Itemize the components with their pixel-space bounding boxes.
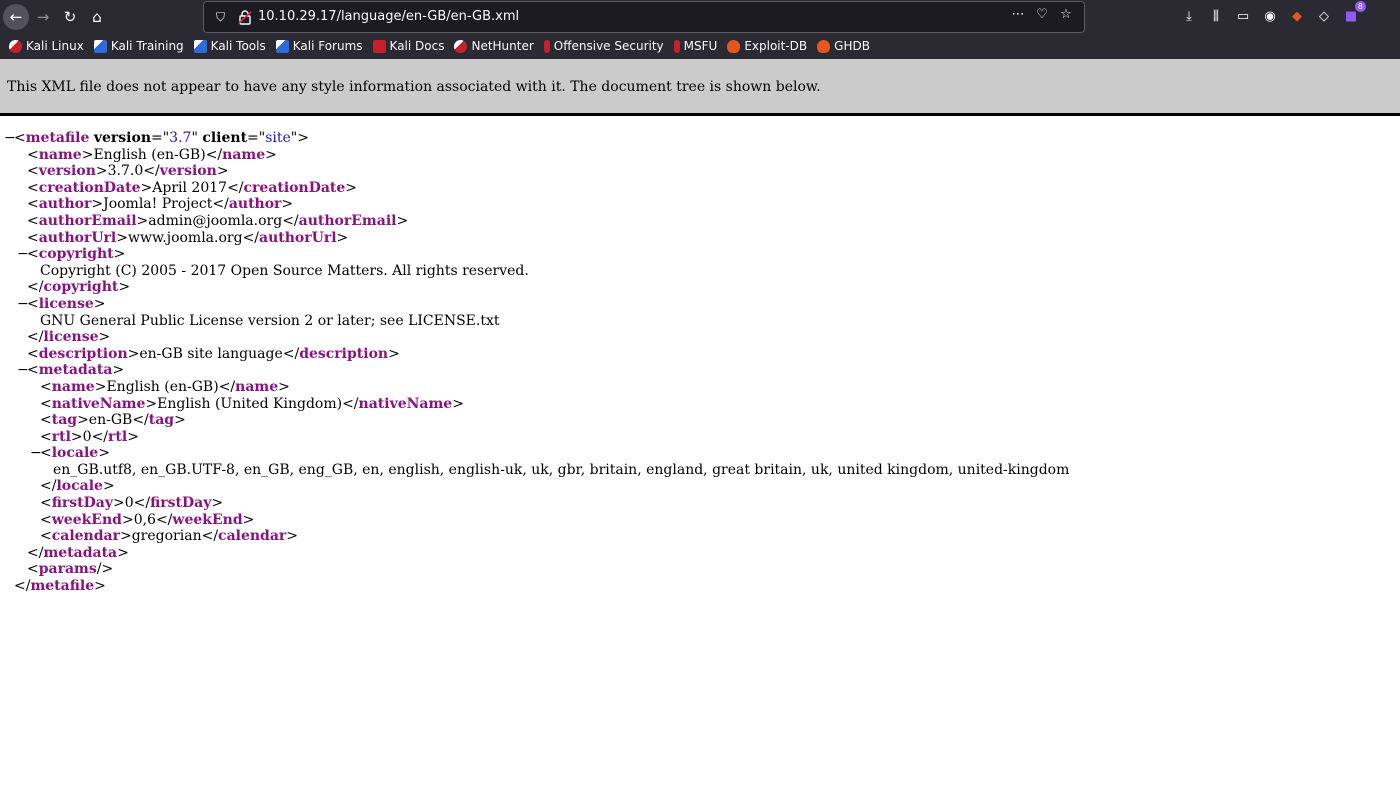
xml-line-author-email: <authorEmail>admin@joomla.org</authorEma… bbox=[27, 212, 409, 229]
xml-line-locale-open: −<locale> bbox=[30, 445, 110, 462]
kali-training-icon bbox=[93, 39, 107, 53]
kali-tools-icon bbox=[193, 39, 207, 53]
home-icon: ⌂ bbox=[92, 8, 102, 26]
ghdb-icon bbox=[817, 39, 831, 53]
sidebar-icon[interactable]: ▭ bbox=[1234, 6, 1252, 26]
reload-icon: ↻ bbox=[63, 8, 77, 26]
bookmark-kali-tools[interactable]: Kali Tools bbox=[193, 39, 266, 53]
downloads-icon[interactable]: ⤓ bbox=[1180, 6, 1198, 26]
xml-line-native-name: <nativeName>English (United Kingdom)</na… bbox=[40, 395, 464, 412]
xml-line-first-day: <firstDay>0</firstDay> bbox=[40, 495, 224, 512]
xml-line-metafile-open: −<metafile version="3.7" client="site"> bbox=[4, 130, 309, 147]
xml-line-license-open: −<license> bbox=[17, 295, 106, 313]
xml-line-metadata-name: <name>English (en-GB)</name> bbox=[40, 378, 290, 395]
url-text[interactable]: 10.10.29.17/language/en-GB/en-GB.xml bbox=[258, 9, 519, 24]
page-actions-icon[interactable]: ⋯ bbox=[1010, 7, 1026, 22]
forward-button[interactable]: → bbox=[30, 4, 56, 30]
xml-line-locale-text: en_GB.utf8, en_GB.UTF-8, en_GB, eng_GB, … bbox=[53, 461, 1070, 478]
xml-tree: −<metafile version="3.7" client="site"> … bbox=[0, 130, 1400, 595]
xml-info-text: This XML file does not appear to have an… bbox=[7, 79, 821, 95]
library-icon[interactable]: ⫼ bbox=[1207, 6, 1225, 26]
xml-line-license-close: </license> bbox=[27, 329, 111, 346]
kali-docs-icon bbox=[372, 39, 386, 53]
wappalyzer-icon[interactable]: ◇ bbox=[1315, 6, 1333, 26]
xml-line-week-end: <weekEnd>0,6</weekEnd> bbox=[40, 511, 255, 528]
bookmark-kali-linux[interactable]: Kali Linux bbox=[9, 39, 84, 53]
bookmark-kali-docs[interactable]: Kali Docs bbox=[372, 39, 444, 53]
xml-line-author-url: <authorUrl>www.joomla.org</authorUrl> bbox=[27, 229, 349, 246]
arrow-left-icon: ← bbox=[9, 8, 23, 26]
tracking-shield-icon[interactable]: ⛉ bbox=[216, 8, 230, 26]
xml-line-name: <name>English (en-GB)</name> bbox=[27, 146, 277, 163]
collapse-toggle[interactable]: − bbox=[4, 130, 16, 147]
collapse-toggle[interactable]: − bbox=[17, 296, 29, 313]
extension-count-badge: 8 bbox=[1354, 1, 1366, 12]
bookmark-ghdb[interactable]: GHDB bbox=[817, 39, 870, 53]
pocket-icon[interactable]: ♡ bbox=[1034, 7, 1050, 22]
back-button[interactable]: ← bbox=[3, 4, 29, 30]
xml-line-calendar: <calendar>gregorian</calendar> bbox=[40, 528, 299, 545]
url-bar[interactable]: ⛉ 10.10.29.17/language/en-GB/en-GB.xml ⋯… bbox=[203, 1, 1085, 33]
xml-line-copyright-text: Copyright (C) 2005 - 2017 Open Source Ma… bbox=[40, 262, 529, 279]
exploit-db-icon bbox=[727, 39, 741, 53]
bookmarks-bar: Kali Linux Kali Training Kali Tools Kali… bbox=[0, 33, 1400, 59]
bookmark-msfu[interactable]: MSFU bbox=[673, 39, 717, 53]
bookmark-exploit-db[interactable]: Exploit-DB bbox=[727, 39, 807, 53]
xml-line-copyright-close: </copyright> bbox=[27, 279, 131, 296]
xml-line-params: <params/> bbox=[27, 561, 114, 578]
xml-line-locale-close: </locale> bbox=[40, 478, 115, 495]
bookmark-offensive-security[interactable]: Offensive Security bbox=[543, 39, 664, 53]
xml-line-license-text: GNU General Public License version 2 or … bbox=[40, 312, 500, 329]
kali-forums-icon bbox=[275, 39, 289, 53]
xml-line-author: <author>Joomla! Project</author> bbox=[27, 196, 294, 213]
bookmark-nethunter[interactable]: NetHunter bbox=[454, 39, 534, 53]
bookmark-kali-forums[interactable]: Kali Forums bbox=[275, 39, 363, 53]
xml-line-metafile-close: </metafile> bbox=[14, 578, 106, 595]
collapse-toggle[interactable]: − bbox=[30, 445, 42, 462]
home-button[interactable]: ⌂ bbox=[84, 4, 110, 30]
xml-line-metadata-close: </metadata> bbox=[27, 544, 129, 561]
extension-badge-icon[interactable]: ■ 8 bbox=[1342, 1, 1366, 26]
collapse-toggle[interactable]: − bbox=[17, 246, 29, 263]
bookmark-kali-training[interactable]: Kali Training bbox=[93, 39, 184, 53]
arrow-right-icon: → bbox=[36, 8, 50, 26]
msfu-icon bbox=[673, 39, 680, 53]
xml-line-creation-date: <creationDate>April 2017</creationDate> bbox=[27, 179, 358, 196]
xml-info-bar: This XML file does not appear to have an… bbox=[0, 59, 1400, 116]
xml-line-version: <version>3.7.0</version> bbox=[27, 163, 229, 180]
kali-icon bbox=[9, 39, 22, 53]
nethunter-icon bbox=[454, 39, 468, 53]
bookmark-star-icon[interactable]: ☆ bbox=[1058, 7, 1074, 22]
xml-line-copyright-open: −<copyright> bbox=[17, 246, 126, 263]
browser-toolbar: ← → ↻ ⌂ ⛉ 10.10.29.17/language/en-GB/en-… bbox=[0, 0, 1400, 33]
xml-line-description: <description>en-GB site language</descri… bbox=[27, 345, 400, 362]
account-icon[interactable]: ◉ bbox=[1261, 6, 1279, 26]
xml-line-rtl: <rtl>0</rtl> bbox=[40, 428, 139, 445]
reload-button[interactable]: ↻ bbox=[57, 4, 83, 30]
insecure-lock-icon[interactable] bbox=[237, 9, 253, 25]
xml-line-metadata-open: −<metadata> bbox=[17, 362, 125, 379]
xml-line-tag: <tag>en-GB</tag> bbox=[40, 412, 186, 429]
collapse-toggle[interactable]: − bbox=[17, 362, 29, 379]
foxyproxy-icon[interactable]: ◆ bbox=[1288, 6, 1306, 26]
offensive-security-icon bbox=[543, 39, 550, 53]
